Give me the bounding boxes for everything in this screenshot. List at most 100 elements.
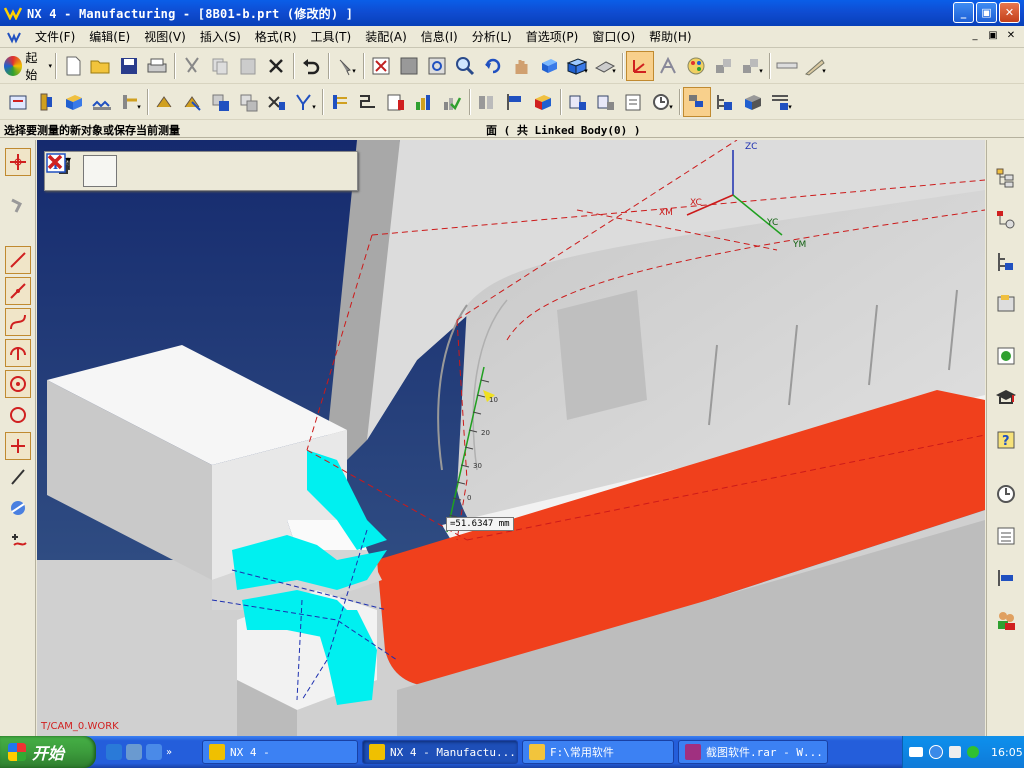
rotate-icon[interactable] (479, 51, 507, 81)
task-winrar[interactable]: 截图软件.rar - W... (678, 740, 828, 764)
mdi-minimize-button[interactable]: _ (968, 29, 982, 43)
task-explorer[interactable]: F:\常用软件 (522, 740, 674, 764)
training-icon[interactable] (993, 384, 1019, 412)
menu-tools[interactable]: 工具(T) (304, 27, 359, 47)
start-button[interactable]: 起始 ▾ (4, 51, 52, 82)
machine-tool-view-icon[interactable] (564, 87, 592, 117)
copy-object-icon[interactable] (207, 87, 235, 117)
menu-view[interactable]: 视图(V) (137, 27, 193, 47)
maximize-button[interactable]: ▣ (976, 2, 997, 23)
open-folder-icon[interactable] (87, 51, 115, 81)
zoom-icon[interactable] (451, 51, 479, 81)
layer-icon[interactable] (710, 51, 738, 81)
create-method-icon[interactable] (88, 87, 116, 117)
roles-icon[interactable] (993, 606, 1019, 634)
media-player-icon[interactable] (146, 744, 162, 760)
ie-icon[interactable] (106, 744, 122, 760)
pan-icon[interactable] (507, 51, 535, 81)
reuse-library-icon[interactable] (993, 290, 1019, 318)
keyboard-icon[interactable] (909, 747, 923, 757)
delete-object-icon[interactable] (263, 87, 291, 117)
sphere-icon[interactable] (5, 494, 31, 522)
new-file-icon[interactable] (59, 51, 87, 81)
verify-path-icon[interactable] (410, 87, 438, 117)
zoom-window-icon[interactable] (395, 51, 423, 81)
shaded-edges-icon[interactable]: ▾ (563, 51, 591, 81)
output-cls-icon[interactable] (501, 87, 529, 117)
volume-icon[interactable] (949, 746, 961, 758)
menu-window[interactable]: 窗口(O) (585, 27, 642, 47)
measure-icon[interactable] (773, 51, 801, 81)
circle-center-icon[interactable] (5, 370, 31, 398)
task-nx-manufacturing[interactable]: NX 4 - Manufactu... (362, 740, 518, 764)
shop-doc-icon[interactable] (473, 87, 501, 117)
command-finder-icon[interactable]: ▾ (332, 51, 360, 81)
mdi-restore-button[interactable]: ▣ (986, 29, 1000, 43)
method-view-icon[interactable] (620, 87, 648, 117)
cut-icon[interactable] (178, 51, 206, 81)
menu-help[interactable]: 帮助(H) (642, 27, 698, 47)
info-view-icon[interactable] (683, 86, 711, 117)
menu-analysis[interactable]: 分析(L) (465, 27, 519, 47)
replay-path-icon[interactable] (354, 87, 382, 117)
menu-edit[interactable]: 编辑(E) (82, 27, 137, 47)
tangent-line-icon[interactable] (5, 463, 31, 491)
clock-icon[interactable]: ▾ (648, 87, 676, 117)
tool-nav-icon[interactable] (739, 87, 767, 117)
edit-object-icon[interactable] (151, 87, 179, 117)
geometry-view-icon[interactable] (592, 87, 620, 117)
curve-icon[interactable] (5, 308, 31, 336)
undo-icon[interactable] (297, 51, 325, 81)
assembly-navigator-icon[interactable] (993, 164, 1019, 192)
operation-nav-icon[interactable] (711, 87, 739, 117)
post-process-icon[interactable] (438, 87, 466, 117)
menu-file[interactable]: 文件(F) (28, 27, 82, 47)
wireframe-icon[interactable]: ▾ (591, 51, 619, 81)
create-geometry-icon[interactable] (60, 87, 88, 117)
operation-navigator-icon[interactable] (993, 248, 1019, 276)
measure-radius-icon[interactable]: ▾ (48, 155, 253, 187)
help-icon[interactable]: ? (993, 426, 1019, 454)
ruler-icon[interactable]: ▾ (801, 51, 829, 81)
display-object-icon[interactable]: ▾ (291, 87, 319, 117)
quick-launch-more-icon[interactable]: » (166, 747, 172, 758)
nx-menu-icon[interactable] (6, 29, 22, 45)
point-icon[interactable] (5, 432, 31, 460)
paste-icon[interactable] (234, 51, 262, 81)
show-desktop-icon[interactable] (126, 744, 142, 760)
delete-icon[interactable] (262, 51, 290, 81)
close-icon[interactable] (47, 154, 321, 187)
measure-length-icon[interactable]: ▾ (48, 155, 185, 187)
menu-preferences[interactable]: 首选项(P) (519, 27, 586, 47)
info-icon[interactable]: i (46, 153, 287, 187)
history-icon[interactable] (993, 480, 1019, 508)
process-studio-icon[interactable] (993, 564, 1019, 592)
circle-icon[interactable] (5, 401, 31, 429)
assembly-icon[interactable] (654, 51, 682, 81)
minimize-button[interactable]: _ (953, 2, 974, 23)
save-icon[interactable] (115, 51, 143, 81)
copy-icon[interactable] (206, 51, 234, 81)
p1-p2-save-icon[interactable]: P1=P2= (46, 153, 219, 187)
part-navigator-icon[interactable] (993, 206, 1019, 234)
create-program-icon[interactable] (4, 87, 32, 117)
create-operation-icon[interactable]: ▾ (116, 87, 144, 117)
menu-format[interactable]: 格式(R) (248, 27, 304, 47)
select-point-icon[interactable] (5, 148, 31, 176)
snap-icon[interactable] (5, 525, 31, 553)
shaded-icon[interactable] (535, 51, 563, 81)
menu-information[interactable]: 信息(I) (414, 27, 465, 47)
line-icon[interactable] (5, 246, 31, 274)
layer-settings-icon[interactable]: ▾ (738, 51, 766, 81)
network-icon[interactable] (967, 746, 979, 758)
print-icon[interactable] (143, 51, 171, 81)
mdi-close-button[interactable]: ✕ (1004, 29, 1018, 43)
close-button[interactable]: ✕ (999, 2, 1020, 23)
measure-projected-icon[interactable]: x (48, 154, 117, 187)
cut-object-icon[interactable] (179, 87, 207, 117)
color-palette-icon[interactable] (682, 51, 710, 81)
system-materials-icon[interactable] (993, 522, 1019, 550)
program-nav-icon[interactable]: ▾ (767, 87, 795, 117)
graphics-window[interactable]: ZC XC XM YC YM 10 20 30 0 =51.6347 mm T/… (37, 140, 985, 736)
arc-icon[interactable] (5, 339, 31, 367)
